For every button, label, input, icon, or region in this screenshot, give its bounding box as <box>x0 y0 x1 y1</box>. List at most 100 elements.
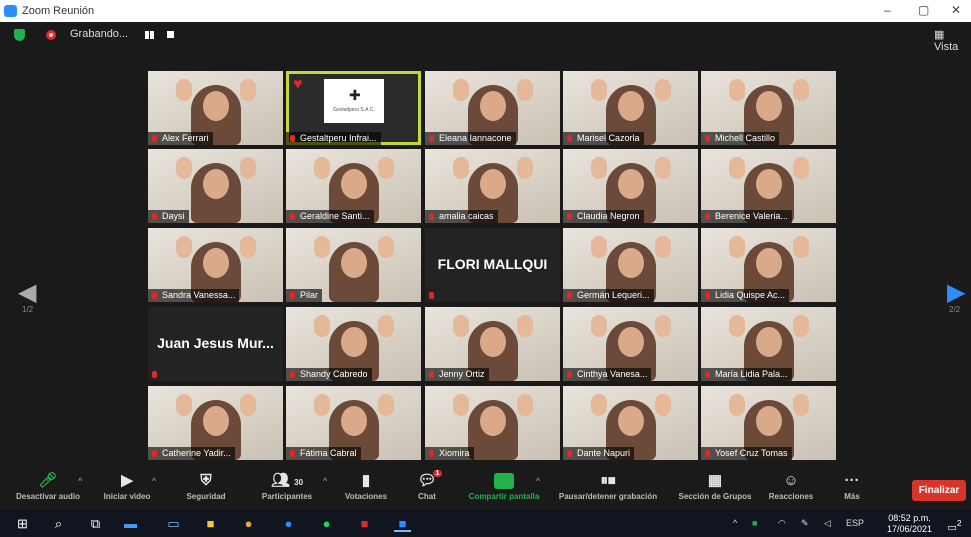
reactions-label: Reacciones <box>768 492 814 501</box>
participant-tile[interactable]: Lidia Quispe Ac... <box>701 228 836 302</box>
pen-icon[interactable]: ✎ <box>801 518 809 529</box>
task-view-icon[interactable]: ⧉ <box>87 515 104 532</box>
participant-tile[interactable]: Dante Napuri <box>563 386 698 460</box>
chat-button[interactable]: 💬︎ 1 Chat <box>404 468 450 510</box>
participant-name-label: María Lidia Pala... <box>701 368 792 381</box>
participant-tile[interactable]: Juan Jesus Mur... <box>148 307 283 381</box>
hand-shape <box>655 79 671 101</box>
share-options-chevron-up-icon[interactable]: ^ <box>536 476 540 486</box>
mail-app-icon[interactable]: ▭ <box>165 515 182 532</box>
whatsapp-app-icon[interactable]: ● <box>318 515 335 532</box>
breakout-rooms-button[interactable]: ▦ Sección de Grupos <box>672 468 758 510</box>
participant-tile[interactable]: ♥ Gestaltperu S.A.C. Gestaltperu Infrai... <box>286 71 421 145</box>
participant-tile[interactable]: Berenice Valeria... <box>701 149 836 223</box>
end-meeting-button[interactable]: Finalizar <box>912 480 966 501</box>
next-page-arrow-icon[interactable]: ▶ <box>947 278 965 307</box>
participants-label: Participantes <box>261 492 313 501</box>
security-button[interactable]: ⛨ Seguridad <box>176 468 236 510</box>
participant-tile[interactable]: Xiomira <box>425 386 560 460</box>
search-icon[interactable]: ⌕ <box>50 515 67 532</box>
pause-recording-icon-bar[interactable] <box>150 31 154 39</box>
video-options-chevron-up-icon[interactable]: ^ <box>152 476 156 486</box>
participants-button[interactable]: 👥︎ 30 Participantes <box>254 468 320 510</box>
maximize-button[interactable]: ▢ <box>918 3 929 17</box>
zoom-app-icon[interactable]: ■ <box>394 515 411 532</box>
minimize-button[interactable]: – <box>884 3 891 17</box>
skype-app-icon[interactable]: ● <box>280 515 297 532</box>
stop-recording-icon[interactable] <box>167 31 174 38</box>
smiley-icon: ☺ <box>783 472 799 489</box>
participant-tile[interactable]: Michell Castillo <box>701 71 836 145</box>
participant-tile[interactable]: Pilar <box>286 228 421 302</box>
hand-shape <box>591 394 607 416</box>
recording-icon <box>46 30 56 40</box>
participant-tile[interactable]: Claudia Negron <box>563 149 698 223</box>
polls-button[interactable]: ▮ Votaciones <box>338 468 394 510</box>
view-button[interactable]: ▦ Vista <box>934 28 971 53</box>
mute-audio-button[interactable]: 🎤︎ Desactivar audio <box>10 468 86 510</box>
chrome-app-icon[interactable]: ● <box>240 515 257 532</box>
hand-shape <box>729 157 745 179</box>
breakout-grid-icon: ▦ <box>707 472 723 489</box>
polls-label: Votaciones <box>344 492 388 501</box>
share-screen-label: Compartir pantalla <box>468 492 540 501</box>
participants-count: 30 <box>294 478 304 487</box>
language-indicator[interactable]: ESP <box>846 518 864 528</box>
prev-page-arrow-icon[interactable]: ◀ <box>18 278 36 307</box>
encryption-shield-icon[interactable] <box>14 29 25 41</box>
participant-tile[interactable]: amalia caicas <box>425 149 560 223</box>
participant-tile[interactable]: María Lidia Pala... <box>701 307 836 381</box>
notifications-icon[interactable]: ▭2 <box>946 515 963 533</box>
audio-options-chevron-up-icon[interactable]: ^ <box>78 476 82 486</box>
participants-options-chevron-up-icon[interactable]: ^ <box>323 476 327 486</box>
participant-tile[interactable]: Catherine Yadir... <box>148 386 283 460</box>
pause-recording-icon[interactable] <box>145 31 149 39</box>
hand-shape <box>517 315 533 337</box>
pause-stop-recording-button[interactable]: ⏸⏹ Pausar/detener grabación <box>552 468 664 510</box>
chat-bubble-icon: 💬︎ <box>417 472 437 489</box>
participant-name-label: Eleana Iannacone <box>425 132 516 145</box>
volume-icon[interactable]: ◁ <box>824 518 831 529</box>
reactions-button[interactable]: ☺ Reacciones <box>762 468 820 510</box>
participant-tile[interactable]: Sandra Vanessa... <box>148 228 283 302</box>
participant-tile[interactable]: Fátima Cabral <box>286 386 421 460</box>
pause-stop-recording-label: Pausar/detener grabación <box>558 492 658 501</box>
window-title: Zoom Reunión <box>22 5 95 17</box>
participant-name-label: Lidia Quispe Ac... <box>701 289 790 302</box>
muted-mic-icon <box>152 371 157 378</box>
hand-shape <box>176 79 192 101</box>
explorer-app-icon[interactable]: ▬ <box>122 515 139 532</box>
participant-tile[interactable]: Eleana Iannacone <box>425 71 560 145</box>
participant-name-label: Claudia Negron <box>563 210 644 223</box>
start-video-button[interactable]: ▶︎ Iniciar video <box>94 468 160 510</box>
windows-start-icon[interactable]: ⊞ <box>14 515 31 532</box>
wifi-icon[interactable]: ◠ <box>778 518 786 529</box>
zoom-logo-icon <box>4 5 17 17</box>
tray-app-icon[interactable]: ■ <box>752 518 757 528</box>
close-button[interactable]: ✕ <box>951 3 961 17</box>
participant-tile[interactable]: Germán Lequeri... <box>563 228 698 302</box>
taskbar-clock[interactable]: 08:52 p.m. 17/06/2021 <box>887 513 932 535</box>
participant-tile[interactable]: Yosef Cruz Tomas <box>701 386 836 460</box>
participant-tile[interactable]: Shandy Cabredo <box>286 307 421 381</box>
hand-shape <box>240 79 256 101</box>
tray-expand-chevron-icon[interactable]: ^ <box>733 518 737 528</box>
participant-tile[interactable]: Daysi <box>148 149 283 223</box>
participant-name-label: Daysi <box>148 210 189 223</box>
participant-tile[interactable]: Alex Ferrari <box>148 71 283 145</box>
acrobat-app-icon[interactable]: ■ <box>356 515 373 532</box>
participant-video <box>191 163 241 223</box>
media-app-icon[interactable]: ■ <box>202 515 219 532</box>
participant-name-label: Pilar <box>286 289 323 302</box>
participant-tile[interactable]: Jenny Ortiz <box>425 307 560 381</box>
more-button[interactable]: ··· Más <box>832 468 872 510</box>
hand-shape <box>517 394 533 416</box>
participant-tile[interactable]: Geraldine Santi... <box>286 149 421 223</box>
participant-tile[interactable]: FLORI MALLQUI <box>425 228 560 302</box>
participant-tile[interactable]: Cinthya Vanesa... <box>563 307 698 381</box>
participant-tile[interactable]: Marisel Cazorla <box>563 71 698 145</box>
share-screen-button[interactable]: Compartir pantalla <box>461 468 547 510</box>
hand-shape <box>453 394 469 416</box>
participant-name-label: FLORI MALLQUI <box>437 256 548 272</box>
participant-name-label: Xiomira <box>425 447 474 460</box>
